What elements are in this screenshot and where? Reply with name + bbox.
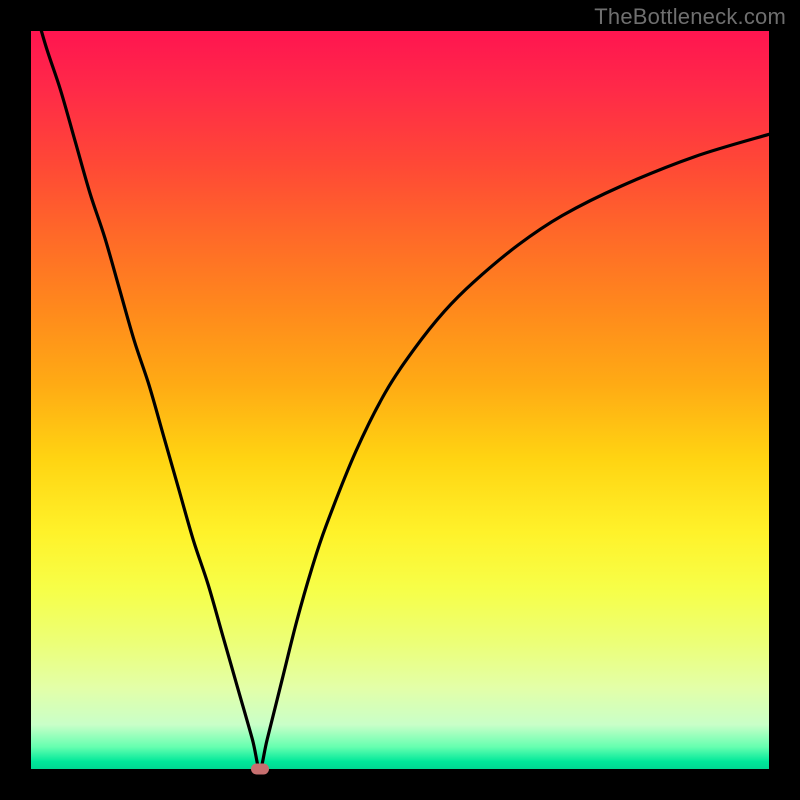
plot-area [31, 31, 769, 769]
optimum-marker [251, 764, 269, 775]
watermark-text: TheBottleneck.com [594, 4, 786, 30]
chart-frame: TheBottleneck.com [0, 0, 800, 800]
curve-svg [31, 31, 769, 769]
bottleneck-curve [31, 31, 769, 769]
